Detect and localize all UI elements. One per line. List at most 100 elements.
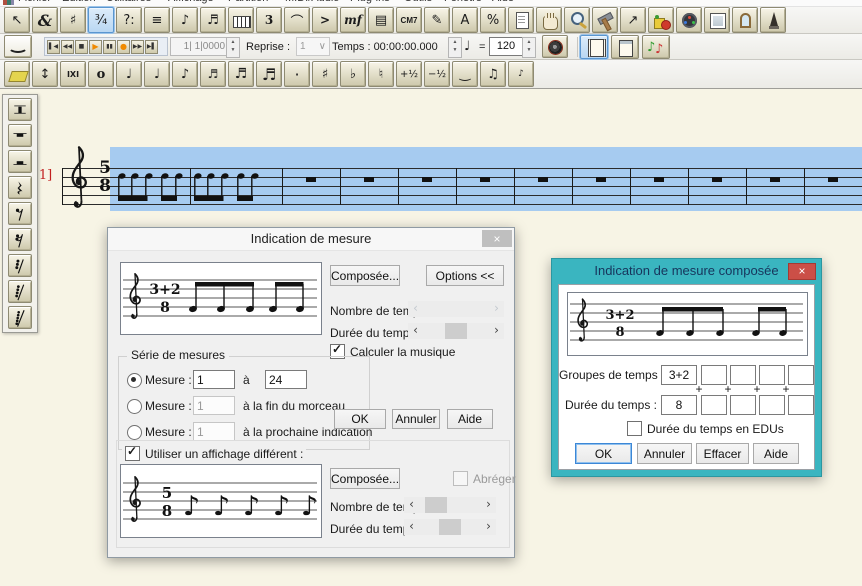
sixteenth-rest-button[interactable] [8,228,32,251]
expression-tool[interactable]: mf [340,7,366,33]
eraser-button[interactable] [4,61,30,87]
speedy-entry-tool[interactable]: ♬ [200,7,226,33]
tuplet-tool[interactable]: 3 [256,7,282,33]
dialog-title-bar[interactable]: Indication de mesure × [108,228,514,251]
repitch-button[interactable]: IXI [60,61,86,87]
beats2-scrollbar[interactable]: ‹ › [404,497,496,513]
duration-field[interactable] [661,395,697,415]
go-to-end-button[interactable]: ▶▌ [145,40,158,54]
rewind-button[interactable]: ◀◀ [61,40,74,54]
shape-designer-tool[interactable] [648,7,674,33]
checkbox-checked-icon[interactable] [125,446,140,461]
hyperscribe-tool[interactable] [228,7,254,33]
forward-button[interactable]: ▶▶ [131,40,144,54]
graphics-tool[interactable] [704,7,730,33]
rest-measure[interactable] [514,147,572,211]
menu-midi-audio[interactable]: MIDI/Audio [285,0,339,4]
note-entry-tool[interactable]: ♪ [172,7,198,33]
menu-outils[interactable]: Outils [404,0,432,4]
hand-grabber-tool[interactable] [536,7,562,33]
playback-position-field[interactable]: 1| 1|0000 [170,37,230,56]
note-mover-tool[interactable]: ↗ [620,7,646,33]
smartshape-palette-button[interactable] [4,35,32,58]
duration-field[interactable] [759,395,785,415]
rest-measure[interactable] [804,147,862,211]
clear-button[interactable]: Effacer [696,443,749,464]
speaker-button[interactable] [542,35,568,58]
eighth-rest-button[interactable] [8,202,32,225]
duration-field[interactable] [701,395,727,415]
selection-tool[interactable]: ↖ [4,7,30,33]
lyrics-tool[interactable]: ✎ [424,7,450,33]
half-rest-button[interactable] [8,150,32,173]
options-button[interactable]: Options << [426,265,504,286]
menu-affichage[interactable]: Affichage [168,0,214,4]
mirror-tool[interactable] [732,7,758,33]
radio-to-next[interactable] [127,425,142,440]
group-field[interactable] [661,365,697,385]
color-palette-tool[interactable] [676,7,702,33]
measure-to-field[interactable] [265,370,307,389]
play-button[interactable]: ▶ [89,40,102,54]
radio-to-end[interactable] [127,399,142,414]
plus-half-button[interactable]: +½ [396,61,422,87]
radio-measure-range[interactable] [127,373,142,388]
staff-tool[interactable]: & [32,7,58,33]
checkbox-unchecked-icon[interactable] [627,421,642,436]
composee-button[interactable]: Composée... [330,265,400,286]
onetwentyeighth-rest-button[interactable] [8,306,32,329]
rest-measure[interactable] [572,147,630,211]
staff-styles-tool[interactable]: ▤ [368,7,394,33]
rest-measure[interactable] [282,147,340,211]
studio-view-button[interactable] [642,35,670,59]
measure-tool[interactable]: ≡ [144,7,170,33]
rest-measure[interactable] [746,147,804,211]
ok-button[interactable]: OK [575,443,632,464]
go-to-start-button[interactable]: ▌◀ [47,40,60,54]
quarter-rest-button[interactable] [8,176,32,199]
tie-button[interactable]: ‿ [452,61,478,87]
resize-tool[interactable]: % [480,7,506,33]
minus-half-button[interactable]: −½ [424,61,450,87]
menu-partition[interactable]: Partition [228,0,268,4]
dot-button[interactable]: · [284,61,310,87]
chord-tool[interactable]: CM7 [396,7,422,33]
grace-note-button[interactable]: ♪ [508,61,534,87]
natural-button[interactable]: ♮ [368,61,394,87]
pitch-updown-button[interactable]: ↕ [32,61,58,87]
close-icon[interactable]: × [482,230,512,247]
double-whole-rest-button[interactable] [8,98,32,121]
menu-edition[interactable]: Edition [62,0,96,4]
time-signature-tool[interactable]: ¾ [88,7,114,33]
tuplet-entry-button[interactable]: ♫ [480,61,506,87]
text-tool[interactable]: A [452,7,478,33]
stop-button[interactable]: ■ [75,40,88,54]
page-layout-tool[interactable] [508,7,534,33]
page-view-button[interactable] [611,35,639,59]
edu-checkbox[interactable]: Durée du temps en EDUs [627,421,784,436]
ok-button[interactable]: OK [334,409,386,429]
cancel-button[interactable]: Annuler [637,443,692,464]
menu-aide[interactable]: Aide [492,0,514,4]
smartshape-tool[interactable]: ⌒ [284,7,310,33]
close-icon[interactable]: × [788,263,816,280]
cancel-button[interactable]: Annuler [392,409,440,429]
help-button[interactable]: Aide [753,443,799,464]
whole-rest-button[interactable] [8,124,32,147]
display-different-checkbox[interactable]: Utiliser un affichage différent : [122,446,306,461]
record-button[interactable]: ● [117,40,130,54]
duration-field[interactable] [788,395,814,415]
menu-fenetre[interactable]: Fenêtre [444,0,482,4]
menu-plugins[interactable]: Plug-ins [350,0,390,4]
tempo-spinner[interactable]: ▲▼ [522,37,536,58]
quarter-note-button[interactable]: ♩ [144,61,170,87]
half-note-button[interactable]: ♩ [116,61,142,87]
help-button[interactable]: Aide [447,409,493,429]
duration-scrollbar[interactable]: ‹ › [408,323,504,339]
duration2-scrollbar[interactable]: ‹ › [404,519,496,535]
composee-display-button[interactable]: Composée... [330,468,400,489]
special-tools-tool[interactable] [592,7,618,33]
pause-button[interactable]: ▮▮ [103,40,116,54]
tempo-field[interactable]: 120 [489,37,523,56]
scroll-view-button[interactable] [580,35,608,59]
